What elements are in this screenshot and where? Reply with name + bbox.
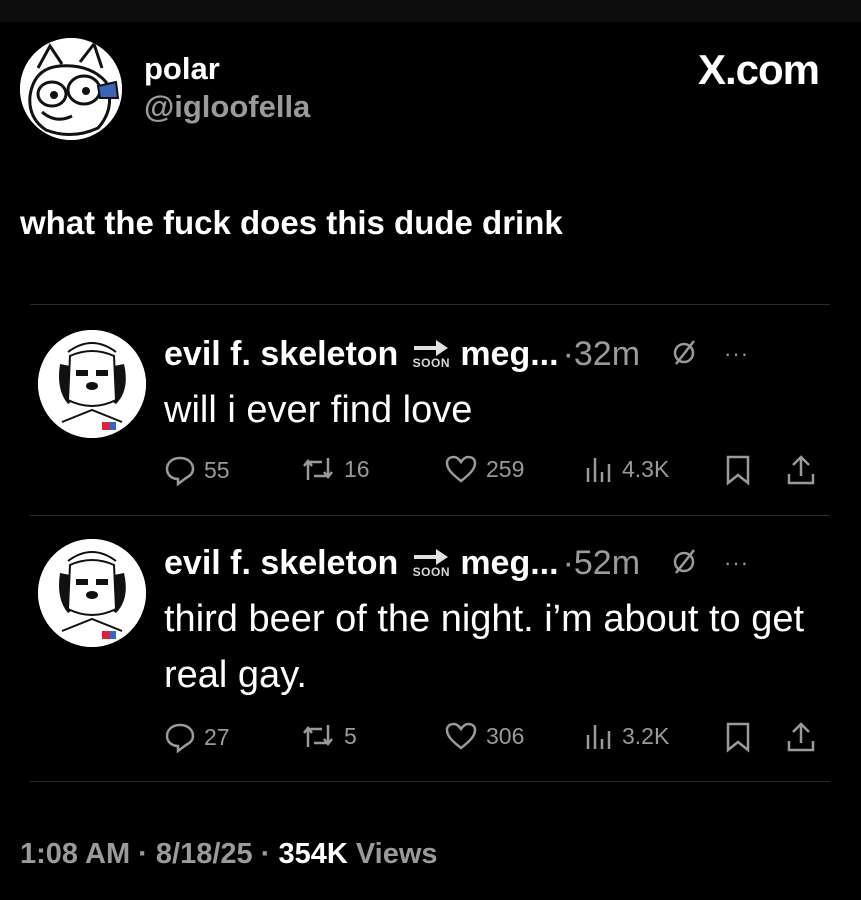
repost-count: 16 <box>344 455 370 482</box>
quoted-post-text: third beer of the night. i’m about to ge… <box>164 598 805 696</box>
reply-count: 27 <box>204 723 230 750</box>
quoted-post-actions: 27 5 306 3.2K <box>164 721 861 757</box>
reply-count: 55 <box>204 456 230 483</box>
repost-count: 5 <box>344 722 357 749</box>
quoted-post-text: will i ever find love <box>164 389 473 431</box>
share-button[interactable] <box>786 721 816 753</box>
author-avatar[interactable] <box>20 38 122 140</box>
views-count: 3.2K <box>622 722 670 749</box>
like-button[interactable]: 259 <box>444 454 524 484</box>
like-icon <box>445 722 477 750</box>
quoted-author-name-suffix[interactable]: meg... <box>460 544 558 583</box>
reply-icon <box>165 723 195 753</box>
author-handle[interactable]: @igloofella <box>144 87 310 127</box>
soon-label: SOON <box>412 565 450 579</box>
reply-button[interactable]: 27 <box>164 721 230 753</box>
bookmark-button[interactable] <box>724 721 752 753</box>
mute-icon[interactable] <box>670 546 700 581</box>
author-display-name[interactable]: polar <box>144 51 310 87</box>
share-icon <box>787 722 815 752</box>
mute-icon[interactable] <box>670 337 700 372</box>
post-views-label: Views <box>347 838 438 870</box>
post-time[interactable]: 1:08 AM <box>20 838 130 870</box>
divider <box>30 515 830 516</box>
views-button[interactable]: 4.3K <box>584 454 669 484</box>
tweet-author[interactable]: polar @igloofella <box>20 38 310 140</box>
views-button[interactable]: 3.2K <box>584 721 669 751</box>
views-icon <box>586 458 611 482</box>
reply-button[interactable]: 55 <box>164 454 230 486</box>
post-views-count: 354K <box>278 838 348 870</box>
repost-icon <box>303 458 333 480</box>
arrow-right-icon: SOON <box>412 547 450 579</box>
x-com-watermark: X.com <box>697 46 820 93</box>
quoted-author-name[interactable]: evil f. skeleton <box>164 335 398 374</box>
divider <box>30 304 830 305</box>
quoted-author-avatar[interactable] <box>38 330 146 438</box>
tweet-meta: 1:08 AM · 8/18/25 · 354K Views <box>20 838 438 871</box>
soon-label: SOON <box>412 356 450 370</box>
quoted-author-name-suffix[interactable]: meg... <box>460 335 558 374</box>
quoted-post-time[interactable]: ·52m <box>563 544 640 583</box>
more-icon[interactable]: ··· <box>724 550 749 576</box>
like-count: 259 <box>486 455 525 482</box>
repost-button[interactable]: 16 <box>300 454 370 484</box>
quoted-author-name[interactable]: evil f. skeleton <box>164 544 398 583</box>
post-date[interactable]: 8/18/25 <box>156 838 253 870</box>
like-count: 306 <box>486 722 525 749</box>
like-button[interactable]: 306 <box>444 721 524 751</box>
share-button[interactable] <box>786 454 816 486</box>
repost-icon <box>303 725 333 747</box>
repost-button[interactable]: 5 <box>300 721 357 751</box>
views-count: 4.3K <box>622 455 670 482</box>
bookmark-button[interactable] <box>724 454 752 486</box>
views-icon <box>586 725 611 749</box>
share-icon <box>787 455 815 485</box>
separator: · <box>252 838 279 870</box>
bookmark-icon <box>726 455 750 486</box>
arrow-right-icon: SOON <box>412 338 450 370</box>
separator: · <box>130 838 156 870</box>
bookmark-icon <box>726 722 750 753</box>
reply-icon <box>165 456 195 486</box>
quoted-post-time[interactable]: ·32m <box>563 335 640 374</box>
tweet-text: what the fuck does this dude drink <box>20 204 563 241</box>
quoted-author-avatar[interactable] <box>38 539 146 647</box>
like-icon <box>445 455 477 483</box>
divider <box>30 781 830 782</box>
top-bar <box>0 0 861 22</box>
quoted-post-actions: 55 16 259 4.3K <box>164 454 861 490</box>
more-icon[interactable]: ··· <box>724 341 749 367</box>
